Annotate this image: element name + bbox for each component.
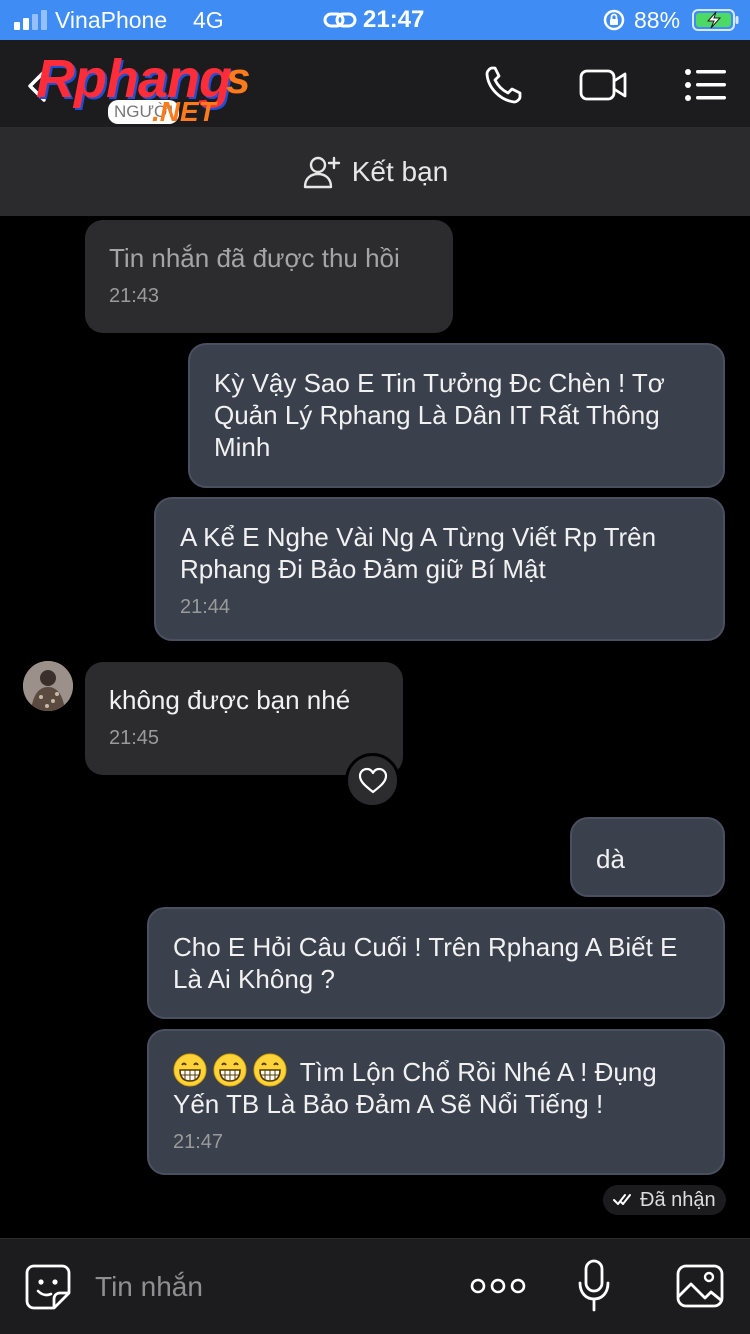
carrier-name: VinaPhone xyxy=(55,7,168,33)
message-text: không được bạn nhé xyxy=(109,685,351,715)
status-bar: VinaPhone 4G 21:47 88% xyxy=(0,0,750,40)
message-time: 21:43 xyxy=(109,285,160,307)
delivery-status-label: Đã nhận xyxy=(640,1188,716,1211)
message-input[interactable] xyxy=(95,1267,435,1307)
battery-charging-icon xyxy=(692,9,739,31)
delivery-status: Đã nhận xyxy=(603,1185,726,1215)
grinning-face-emoji-icon xyxy=(173,1053,207,1087)
message-text: dà xyxy=(596,844,625,874)
message-bubble-outgoing[interactable]: Tìm Lộn Chổ Rồi Nhé A ! Đụng Yến TB Là B… xyxy=(147,1029,725,1175)
contact-avatar[interactable] xyxy=(23,661,73,711)
list-menu-icon[interactable] xyxy=(682,62,732,108)
rotation-lock-icon xyxy=(603,9,625,31)
message-time: 21:44 xyxy=(180,596,231,618)
signal-icon xyxy=(14,10,47,30)
message-text-with-emoji: Tìm Lộn Chổ Rồi Nhé A ! Đụng Yến TB Là B… xyxy=(173,1053,699,1120)
message-bubble-outgoing[interactable]: Kỳ Vậy Sao E Tin Tưởng Đc Chèn ! Tơ Quản… xyxy=(188,343,725,488)
double-check-icon xyxy=(613,1194,631,1205)
message-text: Cho E Hỏi Câu Cuối ! Trên Rphang A Biết … xyxy=(173,932,678,994)
clock: 21:47 xyxy=(363,6,425,33)
logo-net: .NET xyxy=(152,96,216,127)
add-friend-icon xyxy=(303,156,340,189)
grinning-face-emoji-icon xyxy=(253,1053,287,1087)
phone-icon[interactable] xyxy=(480,62,530,108)
message-text: Kỳ Vậy Sao E Tin Tưởng Đc Chèn ! Tơ Quản… xyxy=(214,368,665,462)
network-type: 4G xyxy=(193,7,224,33)
add-friend-label: Kết bạn xyxy=(351,156,449,187)
logo-brand-tail: s xyxy=(226,54,251,103)
microphone-icon[interactable] xyxy=(577,1259,611,1313)
react-heart-button[interactable] xyxy=(345,753,400,808)
sticker-smile-icon[interactable] xyxy=(24,1263,72,1311)
chat-header: Rphang s NGƯỜI .NET xyxy=(0,40,750,128)
watermark-logo: Rphang s NGƯỜI .NET xyxy=(36,48,266,128)
add-friend-button[interactable]: Kết bạn xyxy=(0,128,750,216)
link-icon xyxy=(323,12,357,28)
message-time: 21:45 xyxy=(109,727,160,749)
message-text: A Kể E Nghe Vài Ng A Từng Viết Rp Trên R… xyxy=(180,522,657,584)
message-bubble-recalled[interactable]: Tin nhắn đã được thu hồi 21:43 xyxy=(85,220,453,333)
message-bubble-outgoing[interactable]: dà xyxy=(570,817,725,897)
heart-icon xyxy=(358,767,387,793)
message-time: 21:47 xyxy=(173,1131,224,1153)
message-bubble-outgoing[interactable]: Cho E Hỏi Câu Cuối ! Trên Rphang A Biết … xyxy=(147,907,725,1019)
video-camera-icon[interactable] xyxy=(578,62,628,108)
more-dots-icon[interactable] xyxy=(470,1273,526,1299)
grinning-face-emoji-icon xyxy=(213,1053,247,1087)
message-composer xyxy=(0,1238,750,1334)
message-text: Tin nhắn đã được thu hồi xyxy=(109,243,400,273)
message-bubble-outgoing[interactable]: A Kể E Nghe Vài Ng A Từng Viết Rp Trên R… xyxy=(154,497,725,641)
image-gallery-icon[interactable] xyxy=(675,1263,725,1309)
avatar-photo xyxy=(23,661,73,711)
battery-percent: 88% xyxy=(634,7,681,33)
